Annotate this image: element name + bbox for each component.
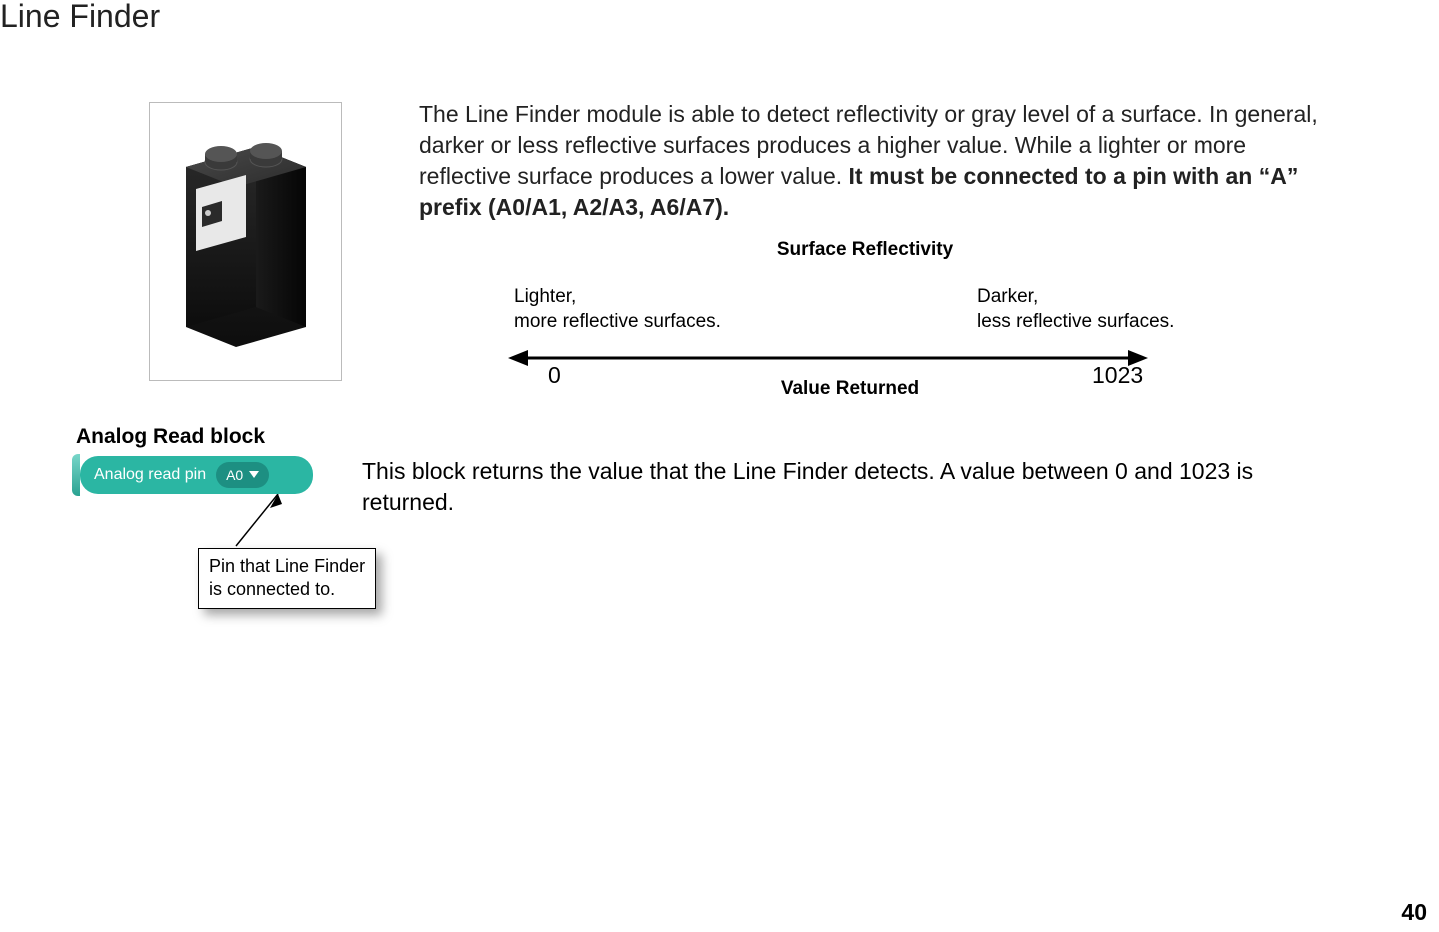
- callout-line2: is connected to.: [209, 579, 335, 599]
- callout-arrow-icon: [228, 494, 288, 552]
- intro-paragraph: The Line Finder module is able to detect…: [419, 99, 1329, 223]
- lighter-line2: more reflective surfaces.: [514, 311, 721, 332]
- analog-read-block: Analog read pin A0: [80, 456, 313, 494]
- darker-label: Darker, less reflective surfaces.: [977, 285, 1174, 334]
- block-label: Analog read pin: [94, 466, 206, 484]
- page-title: Line Finder: [0, 0, 160, 35]
- line-finder-module-image: [149, 102, 342, 381]
- lighter-label: Lighter, more reflective surfaces.: [514, 285, 721, 334]
- axis-max-value: 1023: [1092, 362, 1143, 389]
- darker-line2: less reflective surfaces.: [977, 311, 1174, 332]
- block-description: This block returns the value that the Li…: [362, 456, 1332, 518]
- block-left-edge: [72, 454, 80, 496]
- chevron-down-icon: [249, 471, 259, 479]
- darker-line1: Darker,: [977, 286, 1038, 307]
- pin-callout: Pin that Line Finder is connected to.: [198, 548, 376, 609]
- callout-line1: Pin that Line Finder: [209, 556, 365, 576]
- double-arrow-icon: [508, 348, 1148, 368]
- pin-value: A0: [226, 467, 243, 483]
- pin-selector: A0: [216, 462, 269, 488]
- module-brick-icon: [166, 117, 326, 367]
- value-returned-label: Value Returned: [750, 378, 950, 400]
- page-number: 40: [1401, 899, 1427, 926]
- page: Line Finder: [0, 0, 1439, 932]
- lighter-line1: Lighter,: [514, 286, 576, 307]
- reflectivity-title: Surface Reflectivity: [750, 239, 980, 261]
- axis-min-value: 0: [548, 362, 561, 389]
- analog-read-heading: Analog Read block: [76, 425, 265, 449]
